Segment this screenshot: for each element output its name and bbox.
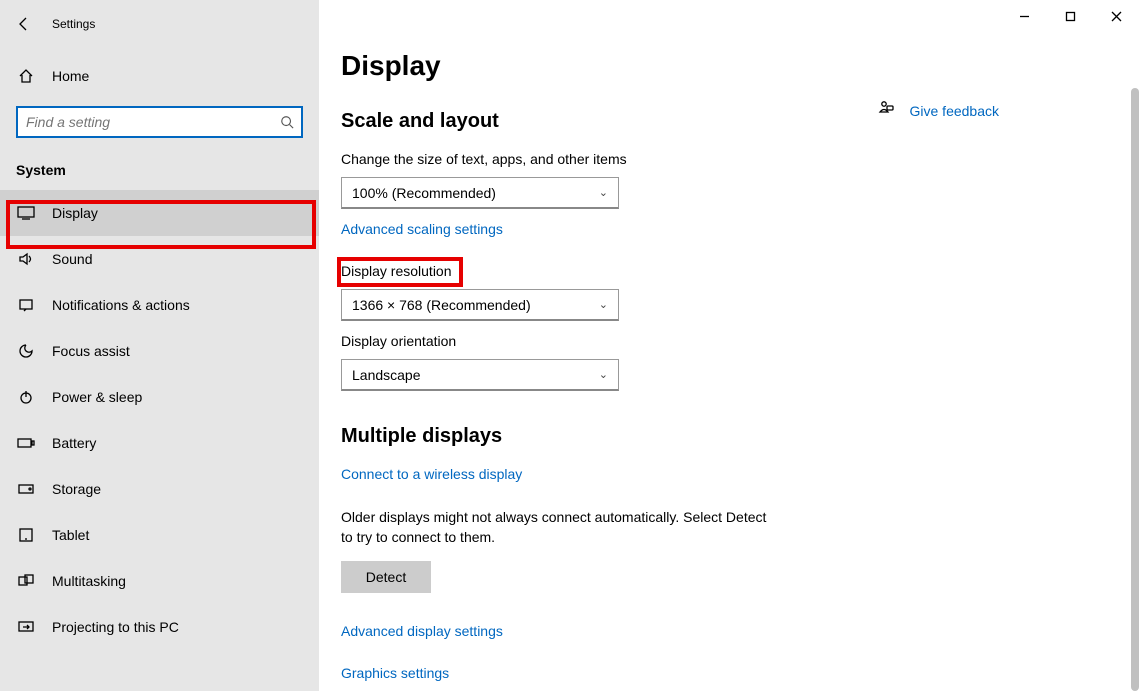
feedback-link[interactable]: Give feedback [878, 100, 1000, 121]
chevron-down-icon: ⌄ [599, 368, 608, 381]
notifications-icon [16, 297, 36, 313]
sound-icon [16, 251, 36, 267]
focus-icon [16, 343, 36, 359]
orientation-dropdown[interactable]: Landscape ⌄ [341, 359, 619, 391]
orientation-label: Display orientation [341, 333, 1139, 349]
multitasking-icon [16, 574, 36, 588]
search-box[interactable] [16, 106, 303, 138]
maximize-button[interactable] [1047, 0, 1093, 32]
sidebar-item-label: Projecting to this PC [52, 619, 179, 635]
display-icon [16, 206, 36, 220]
home-icon [16, 68, 36, 84]
sidebar-item-label: Multitasking [52, 573, 126, 589]
scale-label: Change the size of text, apps, and other… [341, 151, 1139, 167]
search-icon [273, 115, 301, 129]
storage-icon [16, 483, 36, 495]
scale-value: 100% (Recommended) [352, 185, 496, 201]
resolution-label: Display resolution [341, 263, 1139, 279]
projecting-icon [16, 620, 36, 634]
scrollbar[interactable] [1131, 88, 1139, 691]
sidebar: Settings Home System Display Sound [0, 0, 319, 691]
app-title: Settings [52, 17, 95, 31]
sidebar-item-label: Tablet [52, 527, 89, 543]
power-icon [16, 389, 36, 405]
feedback-icon [878, 100, 894, 121]
detect-button[interactable]: Detect [341, 561, 431, 593]
search-input[interactable] [18, 114, 273, 130]
sidebar-home[interactable]: Home [0, 56, 319, 96]
multiple-heading: Multiple displays [341, 425, 1139, 448]
sidebar-item-tablet[interactable]: Tablet [0, 512, 319, 558]
battery-icon [16, 437, 36, 449]
orientation-value: Landscape [352, 367, 421, 383]
graphics-link[interactable]: Graphics settings [341, 665, 449, 681]
sidebar-item-notifications[interactable]: Notifications & actions [0, 282, 319, 328]
close-button[interactable] [1093, 0, 1139, 32]
sidebar-item-label: Storage [52, 481, 101, 497]
sidebar-item-multitasking[interactable]: Multitasking [0, 558, 319, 604]
home-label: Home [52, 68, 89, 84]
section-header: System [16, 162, 319, 178]
back-button[interactable] [0, 0, 48, 48]
resolution-value: 1366 × 768 (Recommended) [352, 297, 531, 313]
sidebar-item-display[interactable]: Display [0, 190, 319, 236]
sidebar-item-battery[interactable]: Battery [0, 420, 319, 466]
adv-display-link[interactable]: Advanced display settings [341, 623, 503, 639]
wireless-display-link[interactable]: Connect to a wireless display [341, 466, 522, 482]
main-panel: Display Scale and layout Change the size… [319, 0, 1139, 691]
sidebar-item-label: Focus assist [52, 343, 130, 359]
tablet-icon [16, 528, 36, 542]
page-title: Display [341, 50, 1139, 82]
minimize-button[interactable] [1001, 0, 1047, 32]
sidebar-item-label: Display [52, 205, 98, 221]
sidebar-item-projecting[interactable]: Projecting to this PC [0, 604, 319, 650]
chevron-down-icon: ⌄ [599, 186, 608, 199]
sidebar-item-label: Power & sleep [52, 389, 142, 405]
detect-hint: Older displays might not always connect … [341, 508, 781, 547]
scale-heading: Scale and layout [341, 110, 1139, 133]
sidebar-item-label: Notifications & actions [52, 297, 190, 313]
sidebar-item-label: Battery [52, 435, 96, 451]
scale-dropdown[interactable]: 100% (Recommended) ⌄ [341, 177, 619, 209]
sidebar-item-focus[interactable]: Focus assist [0, 328, 319, 374]
sidebar-item-sound[interactable]: Sound [0, 236, 319, 282]
sidebar-item-power[interactable]: Power & sleep [0, 374, 319, 420]
sidebar-item-storage[interactable]: Storage [0, 466, 319, 512]
feedback-label[interactable]: Give feedback [910, 103, 1000, 119]
adv-scaling-link[interactable]: Advanced scaling settings [341, 221, 503, 237]
resolution-dropdown[interactable]: 1366 × 768 (Recommended) ⌄ [341, 289, 619, 321]
sidebar-item-label: Sound [52, 251, 92, 267]
chevron-down-icon: ⌄ [599, 298, 608, 311]
